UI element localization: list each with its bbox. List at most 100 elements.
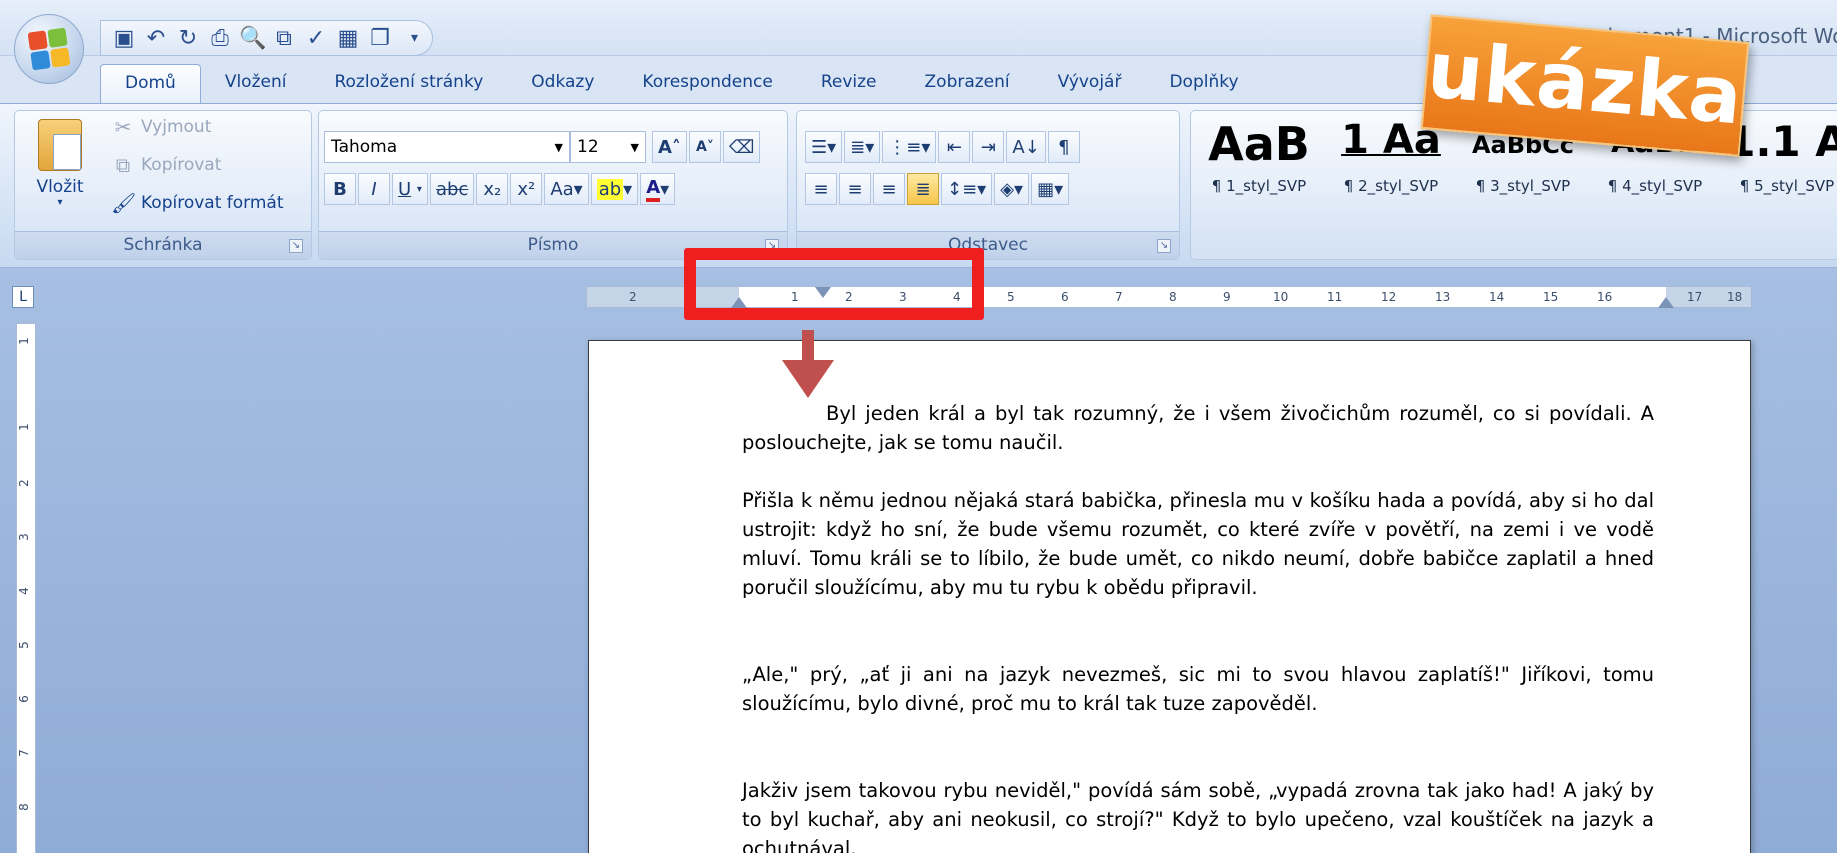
shading-button[interactable]: ◈▾ xyxy=(994,173,1030,205)
align-left-button[interactable]: ≡ xyxy=(805,173,837,205)
vruler-label: 2 xyxy=(16,479,31,487)
format-painter-button[interactable]: 🖌 Kopírovat formát xyxy=(111,191,284,215)
paste-dropdown-icon[interactable]: ▾ xyxy=(25,197,95,208)
highlight-color-button[interactable]: ab ▾ xyxy=(590,173,639,205)
save-icon[interactable]: ▣ xyxy=(111,26,137,51)
ruler-label: 9 xyxy=(1223,290,1231,304)
tab-revize[interactable]: Revize xyxy=(797,64,901,104)
vruler-label: 1 xyxy=(16,423,31,431)
clear-format-button[interactable]: ⌫ xyxy=(722,131,761,163)
font-family-combo[interactable]: Tahoma ▼ xyxy=(324,131,570,163)
superscript-button[interactable]: x² xyxy=(510,173,543,205)
superscript-icon: x² xyxy=(517,178,536,200)
print-icon[interactable]: ⎙ xyxy=(207,26,233,51)
ruler-label: 17 xyxy=(1687,290,1703,304)
paragraph: Jakživ jsem takovou rybu neviděl," povíd… xyxy=(742,779,1654,853)
vruler-label: 4 xyxy=(16,587,31,595)
clipboard-launcher-icon[interactable]: ↘ xyxy=(289,239,303,253)
decrease-indent-icon: ⇤ xyxy=(946,136,962,158)
vruler-label: 5 xyxy=(16,641,31,649)
paragraph-launcher-icon[interactable]: ↘ xyxy=(1157,239,1171,253)
font-group: Tahoma ▼ 12 ▼ A˄ A˅ ⌫ B I U ▾ abc x₂ x² … xyxy=(318,110,788,260)
window-icon[interactable]: ❐ xyxy=(367,26,393,51)
copy-button[interactable]: ⧉ Kopírovat xyxy=(111,153,222,177)
tab-vlozeni[interactable]: Vložení xyxy=(201,64,311,104)
undo-icon[interactable]: ↶ xyxy=(143,26,169,51)
font-family-value: Tahoma xyxy=(331,137,398,157)
cut-button[interactable]: ✂ Vyjmout xyxy=(111,115,212,139)
vruler-label: 7 xyxy=(16,749,31,757)
document-body[interactable]: Byl jeden král a byl tak rozumný, že i v… xyxy=(742,399,1654,853)
paragraph: Přišla k němu jednou nějaká stará babičk… xyxy=(742,489,1654,599)
paragraph: Byl jeden král a byl tak rozumný, že i v… xyxy=(742,402,1654,454)
tab-vyvojar[interactable]: Vývojář xyxy=(1034,64,1146,104)
strikethrough-icon: abc xyxy=(435,178,469,200)
line-spacing-icon: ↕≡▾ xyxy=(947,178,987,200)
grow-font-button[interactable]: A˄ xyxy=(652,131,687,163)
numbering-icon: ≣▾ xyxy=(850,136,875,158)
borders-button[interactable]: ▦▾ xyxy=(1031,173,1070,205)
ruler-label: 7 xyxy=(1115,290,1123,304)
underline-button[interactable]: U ▾ xyxy=(392,173,428,205)
copy-doc-icon: ⧉ xyxy=(115,153,131,177)
line-spacing-button[interactable]: ↕≡▾ xyxy=(941,173,993,205)
change-case-button[interactable]: Aa▾ xyxy=(544,173,589,205)
tab-stop-selector-icon[interactable]: L xyxy=(12,286,34,308)
grow-font-icon: A˄ xyxy=(658,136,681,158)
italic-button[interactable]: I xyxy=(358,173,390,205)
paste-label: Vložit xyxy=(36,177,84,197)
font-size-combo[interactable]: 12 ▼ xyxy=(570,131,646,163)
scissors-icon: ✂ xyxy=(114,115,132,139)
redo-icon[interactable]: ↻ xyxy=(175,26,201,51)
format-painter-label: Kopírovat formát xyxy=(141,193,284,213)
align-right-button[interactable]: ≡ xyxy=(873,173,905,205)
pilcrow-icon: ¶ xyxy=(1058,136,1070,158)
tab-odkazy[interactable]: Odkazy xyxy=(507,64,618,104)
table-icon[interactable]: ▦ xyxy=(335,26,361,51)
ruler-label: 18 xyxy=(1727,290,1743,304)
right-indent-marker-icon[interactable] xyxy=(1658,297,1674,308)
style-item-1[interactable]: AaB ¶ 1_styl_SVP xyxy=(1195,117,1323,207)
increase-indent-button[interactable]: ⇥ xyxy=(972,131,1005,163)
document-page[interactable]: Byl jeden král a byl tak rozumný, že i v… xyxy=(588,340,1751,853)
show-marks-button[interactable]: ¶ xyxy=(1047,131,1080,163)
vertical-ruler[interactable]: 1 1 2 3 4 5 6 7 8 xyxy=(16,323,36,853)
ruler-label: 11 xyxy=(1327,290,1343,304)
tab-korespondence[interactable]: Korespondence xyxy=(618,64,796,104)
print-preview-icon[interactable]: 🔍 xyxy=(239,26,266,51)
style-name-1: ¶ 1_styl_SVP xyxy=(1211,177,1307,195)
copy-label: Kopírovat xyxy=(141,155,222,175)
paste-button[interactable]: Vložit ▾ xyxy=(25,119,95,208)
bold-button[interactable]: B xyxy=(324,173,356,205)
multilevel-list-button[interactable]: ⋮≡▾ xyxy=(882,131,937,163)
justify-button[interactable]: ≣ xyxy=(907,173,939,205)
ruler-label: 6 xyxy=(1061,290,1069,304)
sort-button[interactable]: A↓ xyxy=(1006,131,1046,163)
brush-icon: 🖌 xyxy=(111,191,137,215)
shrink-font-button[interactable]: A˅ xyxy=(688,131,721,163)
strikethrough-button[interactable]: abc xyxy=(429,173,475,205)
paragraph-group: ☰▾ ≣▾ ⋮≡▾ ⇤ ⇥ A↓ ¶ ≡ ≡ ≡ ≣ ↕≡▾ ◈▾ ▦▾ Ods… xyxy=(796,110,1180,260)
tab-rozlozeni-stranky[interactable]: Rozložení stránky xyxy=(310,64,507,104)
customize-qat-dropdown-icon[interactable]: ▾ xyxy=(411,30,418,46)
tab-zobrazeni[interactable]: Zobrazení xyxy=(901,64,1034,104)
align-center-button[interactable]: ≡ xyxy=(839,173,871,205)
decrease-indent-button[interactable]: ⇤ xyxy=(938,131,971,163)
bullets-button[interactable]: ☰▾ xyxy=(805,131,843,163)
ruler-label: 14 xyxy=(1489,290,1505,304)
spelling-icon[interactable]: ✓ xyxy=(303,26,329,51)
style-item-2[interactable]: 1 Aa ¶ 2_styl_SVP xyxy=(1327,117,1455,207)
vruler-label: 1 xyxy=(16,337,31,345)
vruler-label: 3 xyxy=(16,533,31,541)
paragraph: „Ale," prý, „ať ji ani na jazyk nevezmeš… xyxy=(742,663,1654,715)
copy-icon[interactable]: ⧉ xyxy=(271,26,297,51)
numbering-button[interactable]: ≣▾ xyxy=(844,131,881,163)
subscript-button[interactable]: x₂ xyxy=(476,173,509,205)
increase-indent-icon: ⇥ xyxy=(980,136,996,158)
tab-domu[interactable]: Domů xyxy=(100,64,201,104)
ruler-label: 16 xyxy=(1597,290,1613,304)
tab-doplnky[interactable]: Doplňky xyxy=(1145,64,1262,104)
font-color-button[interactable]: A ▾ xyxy=(640,173,676,205)
ruler-label: 5 xyxy=(1007,290,1015,304)
office-button[interactable] xyxy=(14,14,84,84)
